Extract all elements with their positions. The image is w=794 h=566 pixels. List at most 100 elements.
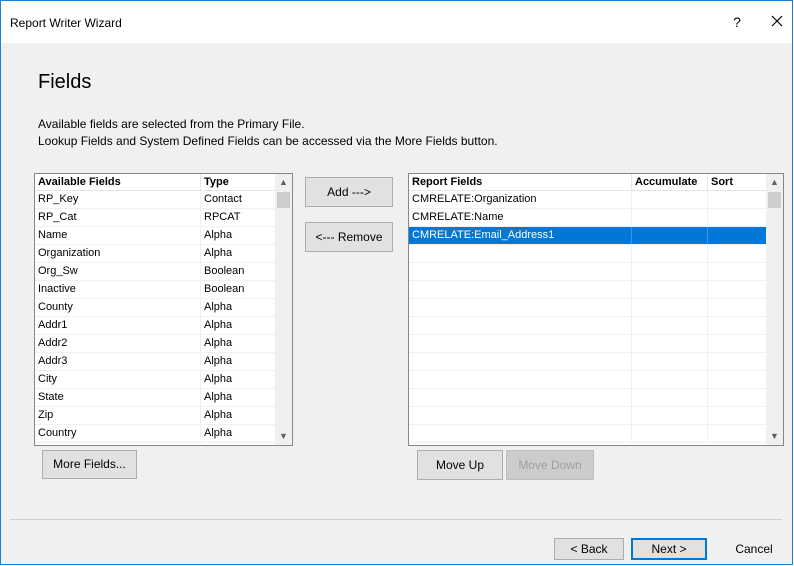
empty-cell xyxy=(409,425,632,442)
field-type-cell: Alpha xyxy=(201,389,276,406)
report-field-cell: CMRELATE:Name xyxy=(409,209,632,226)
column-header-accumulate[interactable]: Accumulate xyxy=(632,174,708,190)
report-field-cell: CMRELATE:Organization xyxy=(409,191,632,208)
remove-button[interactable]: <--- Remove xyxy=(305,222,393,252)
field-name-cell: Name xyxy=(35,227,201,244)
empty-row xyxy=(409,335,767,353)
available-field-row[interactable]: Addr1 Alpha xyxy=(35,317,276,335)
column-header-sort[interactable]: Sort xyxy=(708,174,767,190)
empty-cell xyxy=(632,317,708,334)
empty-row xyxy=(409,281,767,299)
scroll-up-arrow-icon[interactable]: ▲ xyxy=(766,174,783,191)
report-field-row[interactable]: CMRELATE:Name xyxy=(409,209,767,227)
next-button[interactable]: Next > xyxy=(631,538,707,560)
column-header-available-fields[interactable]: Available Fields xyxy=(35,174,201,190)
more-fields-button[interactable]: More Fields... xyxy=(42,450,137,479)
cancel-button[interactable]: Cancel xyxy=(719,538,789,560)
available-field-row[interactable]: Org_Sw Boolean xyxy=(35,263,276,281)
empty-cell xyxy=(708,389,767,406)
wizard-window: Report Writer Wizard ? Fields Available … xyxy=(0,0,793,565)
empty-cell xyxy=(708,335,767,352)
scroll-down-arrow-icon[interactable]: ▼ xyxy=(766,428,783,445)
scroll-thumb[interactable] xyxy=(277,192,290,208)
available-scrollbar[interactable]: ▲ ▼ xyxy=(275,174,292,445)
scroll-up-arrow-icon[interactable]: ▲ xyxy=(275,174,292,191)
field-name-cell: Addr2 xyxy=(35,335,201,352)
scroll-thumb[interactable] xyxy=(768,192,781,208)
accumulate-cell xyxy=(632,209,708,226)
column-header-type[interactable]: Type xyxy=(201,174,276,190)
available-field-row[interactable]: Addr3 Alpha xyxy=(35,353,276,371)
available-field-row[interactable]: RP_Cat RPCAT xyxy=(35,209,276,227)
empty-row xyxy=(409,371,767,389)
available-field-row[interactable]: Zip Alpha xyxy=(35,407,276,425)
field-type-cell: Alpha xyxy=(201,425,276,442)
available-field-row[interactable]: County Alpha xyxy=(35,299,276,317)
empty-row xyxy=(409,425,767,443)
available-field-row[interactable]: Organization Alpha xyxy=(35,245,276,263)
report-field-row[interactable]: CMRELATE:Email_Address1 xyxy=(409,227,767,245)
field-name-cell: RP_Cat xyxy=(35,209,201,226)
report-scrollbar[interactable]: ▲ ▼ xyxy=(766,174,783,445)
field-name-cell: Inactive xyxy=(35,281,201,298)
empty-cell xyxy=(409,389,632,406)
scroll-down-arrow-icon[interactable]: ▼ xyxy=(275,428,292,445)
empty-row xyxy=(409,245,767,263)
field-name-cell: State xyxy=(35,389,201,406)
empty-cell xyxy=(708,407,767,424)
back-button[interactable]: < Back xyxy=(554,538,624,560)
empty-row xyxy=(409,317,767,335)
empty-row xyxy=(409,299,767,317)
empty-cell xyxy=(632,263,708,280)
field-type-cell: Boolean xyxy=(201,263,276,280)
field-name-cell: Addr3 xyxy=(35,353,201,370)
description-line-2: Lookup Fields and System Defined Fields … xyxy=(38,134,498,148)
empty-cell xyxy=(632,407,708,424)
empty-cell xyxy=(632,281,708,298)
field-name-cell: Addr1 xyxy=(35,317,201,334)
available-field-row[interactable]: Addr2 Alpha xyxy=(35,335,276,353)
empty-cell xyxy=(632,425,708,442)
column-header-report-fields[interactable]: Report Fields xyxy=(409,174,632,190)
field-type-cell: Alpha xyxy=(201,371,276,388)
report-fields-header: Report Fields Accumulate Sort xyxy=(409,174,767,191)
remove-button-label: <--- Remove xyxy=(315,230,383,244)
report-field-row[interactable]: CMRELATE:Organization xyxy=(409,191,767,209)
field-name-cell: RP_Key xyxy=(35,191,201,208)
available-field-row[interactable]: City Alpha xyxy=(35,371,276,389)
available-field-row[interactable]: Inactive Boolean xyxy=(35,281,276,299)
next-label: Next > xyxy=(651,542,687,556)
window-title: Report Writer Wizard xyxy=(10,16,122,30)
close-button[interactable] xyxy=(765,9,789,33)
report-fields-rows: CMRELATE:Organization CMRELATE:Name CMRELA… xyxy=(409,191,767,443)
empty-cell xyxy=(409,245,632,262)
field-type-cell: Alpha xyxy=(201,353,276,370)
add-button[interactable]: Add ---> xyxy=(305,177,393,207)
sort-cell xyxy=(708,227,767,244)
field-type-cell: Boolean xyxy=(201,281,276,298)
back-label: < Back xyxy=(570,542,608,556)
available-fields-list[interactable]: Available Fields Type RP_Key Contact RP_Ca… xyxy=(34,173,293,446)
empty-cell xyxy=(708,425,767,442)
help-button[interactable]: ? xyxy=(727,11,747,33)
empty-cell xyxy=(708,371,767,388)
field-name-cell: Org_Sw xyxy=(35,263,201,280)
available-field-row[interactable]: RP_Key Contact xyxy=(35,191,276,209)
empty-cell xyxy=(708,263,767,280)
empty-row xyxy=(409,389,767,407)
title-bar: Report Writer Wizard ? xyxy=(1,1,792,43)
available-field-row[interactable]: Country Alpha xyxy=(35,425,276,443)
empty-cell xyxy=(632,245,708,262)
available-field-row[interactable]: State Alpha xyxy=(35,389,276,407)
move-down-label: Move Down xyxy=(518,458,582,472)
available-field-row[interactable]: Name Alpha xyxy=(35,227,276,245)
field-type-cell: Alpha xyxy=(201,245,276,262)
empty-cell xyxy=(632,335,708,352)
report-field-cell: CMRELATE:Email_Address1 xyxy=(409,227,632,244)
field-type-cell: RPCAT xyxy=(201,209,276,226)
move-up-button[interactable]: Move Up xyxy=(417,450,503,480)
field-type-cell: Alpha xyxy=(201,407,276,424)
report-fields-list[interactable]: Report Fields Accumulate Sort CMRELATE:O… xyxy=(408,173,784,446)
empty-row xyxy=(409,263,767,281)
move-down-button[interactable]: Move Down xyxy=(506,450,594,480)
